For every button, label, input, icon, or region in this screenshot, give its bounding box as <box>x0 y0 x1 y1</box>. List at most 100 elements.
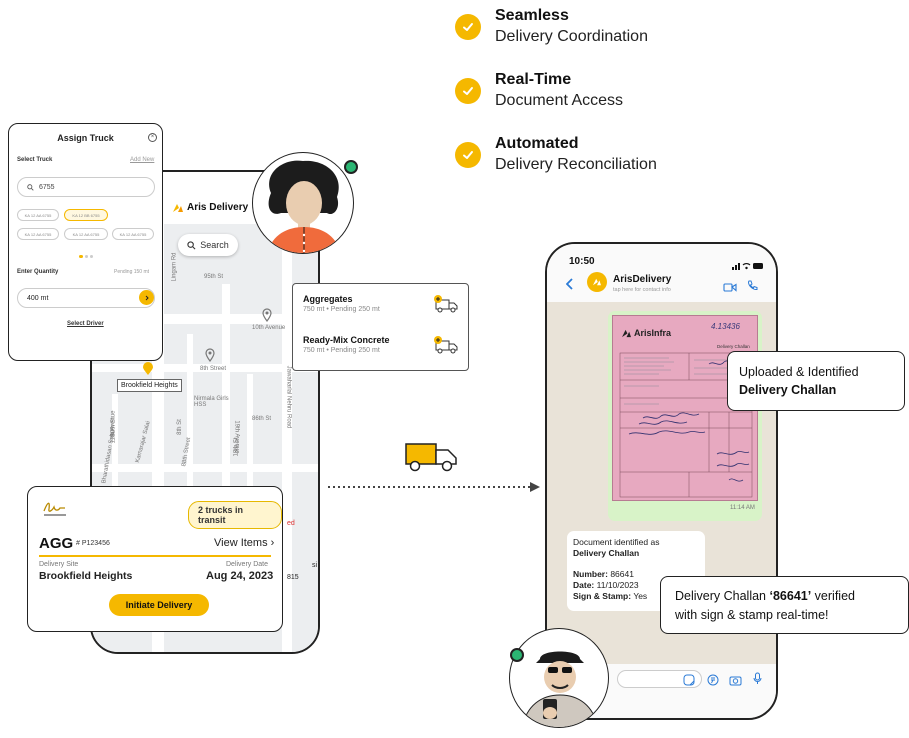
truck-chip-selected[interactable]: KA 12 BB 6755 <box>64 209 108 221</box>
map-label: Kamarajar Salai <box>134 420 152 464</box>
map-label: 80th St <box>110 417 117 437</box>
map-label: si <box>312 562 318 569</box>
truck-chip[interactable]: KA 12 AA 6755 <box>112 228 154 240</box>
search-button[interactable]: Search <box>178 234 238 256</box>
truck-icon <box>404 440 462 479</box>
pending-label: Pending 150 mt <box>114 269 150 275</box>
camera-icon[interactable] <box>729 673 742 691</box>
uploaded-callout: Uploaded & Identified Delivery Challan <box>727 351 905 411</box>
callout-line: Delivery Challan ‘86641’ verified <box>675 589 855 603</box>
challan-title: Delivery Challan <box>717 344 750 349</box>
message-time: 11:14 AM <box>730 505 755 511</box>
in-transit-badge: 2 trucks in transit <box>188 501 282 529</box>
feature-subtitle: Document Access <box>495 92 624 109</box>
po-number: # P123456 <box>76 540 110 547</box>
back-icon[interactable] <box>565 277 574 295</box>
map-label: 86th St <box>252 416 272 422</box>
app-brand: Aris Delivery <box>187 202 249 213</box>
driver-avatar <box>509 628 609 728</box>
select-truck-label: Select Truck <box>17 157 53 163</box>
feature-subtitle: Delivery Reconciliation <box>495 156 657 173</box>
date-label: Delivery Date <box>226 561 269 568</box>
challan-brand: ArisInfra <box>621 328 671 338</box>
check-icon <box>455 142 481 168</box>
initiate-delivery-button[interactable]: Initiate Delivery <box>109 594 209 616</box>
map-label: Nirmala Girls HSS <box>194 396 229 408</box>
map-label: ed <box>287 520 295 527</box>
sticker-icon[interactable] <box>683 673 695 691</box>
status-time: 10:50 <box>569 256 595 267</box>
feature-subtitle: Delivery Coordination <box>495 28 648 45</box>
feature-title: Real-Time <box>495 71 572 88</box>
map-pin-icon[interactable] <box>262 308 272 327</box>
enter-quantity-label: Enter Quantity <box>17 269 59 275</box>
feature-seamless: Seamless Delivery Coordination <box>455 6 648 47</box>
verified-callout: Delivery Challan ‘86641’ verified with s… <box>660 576 909 634</box>
search-icon <box>187 240 196 249</box>
payment-icon[interactable] <box>707 673 719 691</box>
truck-chip[interactable]: KA 12 AA 6755 <box>64 228 108 240</box>
truck-chip[interactable]: KA 12 AA 6755 <box>17 228 59 240</box>
site-manager-avatar <box>252 152 354 254</box>
contact-avatar[interactable] <box>587 272 607 292</box>
map-label: Jawaharlal Nehru Road <box>285 365 292 429</box>
phone-call-icon[interactable] <box>747 278 758 296</box>
add-new-link[interactable]: Add New <box>130 157 154 163</box>
signature-icon <box>42 499 68 522</box>
truck-plus-icon[interactable] <box>433 335 459 360</box>
video-call-icon[interactable] <box>723 279 737 297</box>
online-status-icon <box>510 648 524 662</box>
identified-text: Document identified as <box>573 537 660 547</box>
check-icon <box>455 78 481 104</box>
feature-title: Automated <box>495 135 579 152</box>
map-label: 18th St <box>233 437 240 457</box>
app-header: Aris Delivery <box>172 202 248 213</box>
quantity-value: 400 mt <box>27 294 49 302</box>
pager-dots <box>79 255 93 258</box>
delivery-card: 2 trucks in transit AGG # P123456 View I… <box>27 486 283 632</box>
quantity-next-button[interactable] <box>139 290 154 305</box>
document-type: Delivery Challan <box>573 548 640 558</box>
map-label: 8th St <box>176 419 183 435</box>
challan-image-message[interactable]: ArisInfra 4.13436 Delivery Challan 11:14… <box>608 311 762 521</box>
assign-truck-panel: Assign Truck × Select Truck Add New 6755… <box>8 123 163 361</box>
callout-line-bold: Delivery Challan <box>739 383 837 397</box>
site-label: Delivery Site <box>39 561 79 568</box>
feature-automated: Automated Delivery Reconciliation <box>455 134 657 175</box>
online-status-icon <box>344 160 358 174</box>
panel-title: Assign Truck <box>57 133 114 143</box>
aris-logo-icon <box>173 203 183 212</box>
feature-real-time: Real-Time Document Access <box>455 70 623 111</box>
challan-handwritten: 4.13436 <box>711 322 740 331</box>
map-label: Lingam Rd <box>171 252 178 282</box>
contact-name[interactable]: ArisDelivery <box>613 274 671 285</box>
callout-line: with sign & stamp real-time! <box>675 608 829 622</box>
callout-line: Uploaded & Identified <box>739 365 859 379</box>
select-driver-link[interactable]: Select Driver <box>67 321 104 327</box>
search-value: 6755 <box>39 183 55 191</box>
feature-title: Seamless <box>495 7 569 24</box>
search-label: Search <box>200 240 229 250</box>
flow-arrow <box>328 480 543 499</box>
truck-chip[interactable]: KA 12 AA 6755 <box>17 209 59 221</box>
check-icon <box>455 14 481 40</box>
quantity-input[interactable]: 400 mt <box>17 288 155 308</box>
close-icon[interactable]: × <box>148 133 157 142</box>
truck-search-input[interactable]: 6755 <box>17 177 155 197</box>
contact-subtitle: tap here for contact info <box>613 287 671 293</box>
date-value: Aug 24, 2023 <box>206 570 274 582</box>
order-code: AGG <box>39 535 74 552</box>
map-pin-icon[interactable] <box>205 348 215 367</box>
site-value: Brookfield Heights <box>39 570 133 582</box>
view-items-link[interactable]: View Items › <box>214 537 274 549</box>
chevron-right-icon <box>145 295 149 300</box>
arisinfra-logo-icon <box>622 329 631 337</box>
map-label: 95th St <box>204 274 224 280</box>
materials-panel: Aggregates 750 mt • Pending 250 mt Ready… <box>292 283 469 371</box>
truck-plus-icon[interactable] <box>433 294 459 319</box>
search-icon <box>27 183 34 191</box>
pin-label: Brookfield Heights <box>117 379 182 392</box>
microphone-icon[interactable] <box>753 672 762 690</box>
status-icons <box>732 257 764 275</box>
map-label: 815 <box>287 574 299 581</box>
